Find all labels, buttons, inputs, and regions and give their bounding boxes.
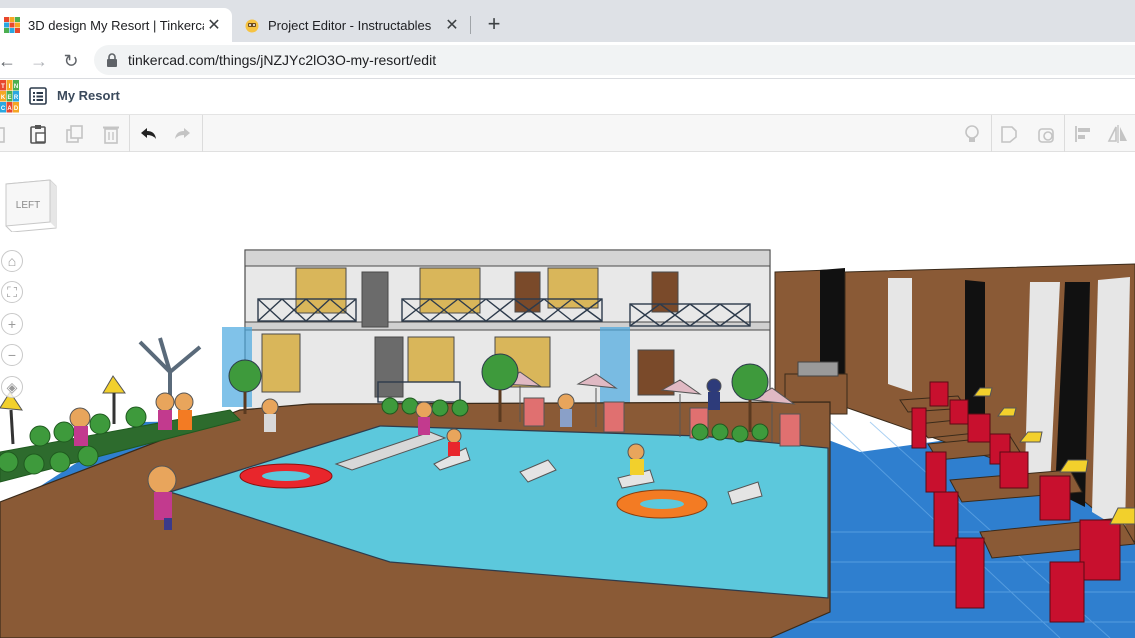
svg-text:T: T [1,84,5,90]
tab-instructables[interactable]: Project Editor - Instructables ✕ [236,8,470,42]
browser-tab-strip: 3D design My Resort | Tinkercad ✕ Projec… [0,0,1135,42]
zoom-out-icon[interactable]: − [1,344,23,366]
home-view-icon[interactable]: ⌂ [1,250,23,272]
tinkercad-logo[interactable]: TIN KER CAD [0,80,19,113]
ruler-icon[interactable] [1035,123,1057,145]
tab-tinkercad[interactable]: 3D design My Resort | Tinkercad ✕ [0,8,232,42]
paste-icon[interactable] [27,123,49,145]
redo-icon[interactable] [172,123,194,145]
delete-icon[interactable] [100,123,122,145]
svg-text:D: D [14,106,19,112]
svg-text:A: A [7,106,12,112]
browser-toolbar: ← → ↻ tinkercad.com/things/jNZJYc2lO3O-m… [0,42,1135,79]
3d-viewport[interactable]: LEFT ⌂ ⛶ + − ◈ [0,152,1135,638]
align-icon[interactable] [1072,123,1094,145]
toolbar-divider [129,115,130,152]
tab-separator [470,16,471,34]
design-title[interactable]: My Resort [57,88,120,103]
copy-icon[interactable] [0,123,10,145]
toolbar-divider [1064,115,1065,152]
undo-icon[interactable] [137,123,159,145]
svg-text:C: C [1,106,6,112]
lock-icon [107,53,117,67]
tab-title: 3D design My Resort | Tinkercad [28,17,204,33]
close-tab-icon[interactable]: ✕ [442,15,462,35]
reload-icon[interactable]: ↻ [60,50,82,72]
svg-text:K: K [1,95,6,101]
toolbar-divider [202,115,203,152]
forward-icon[interactable]: → [28,50,50,72]
url-text: tinkercad.com/things/jNZJYc2lO3O-my-reso… [128,52,437,68]
close-tab-icon[interactable]: ✕ [204,15,224,35]
new-tab-button[interactable]: + [482,13,506,37]
tinkercad-header: TIN KER CAD My Resort [0,79,1135,115]
back-icon[interactable]: ← [0,50,18,72]
notes-icon[interactable] [998,123,1020,145]
ortho-view-icon[interactable]: ◈ [1,376,23,398]
view-cube[interactable]: LEFT [4,178,58,232]
svg-text:N: N [14,84,18,90]
fit-view-icon[interactable]: ⛶ [1,281,23,303]
instructables-robot-icon [245,19,259,33]
svg-text:R: R [14,95,19,101]
duplicate-icon[interactable] [64,123,86,145]
resort-scene [0,152,1135,638]
address-bar[interactable]: tinkercad.com/things/jNZJYc2lO3O-my-reso… [94,45,1135,75]
tab-title: Project Editor - Instructables [268,17,432,33]
edit-toolbar [0,115,1135,152]
design-menu-icon[interactable] [29,87,47,105]
mirror-icon[interactable] [1107,123,1129,145]
view-cube-face-label: LEFT [16,200,40,211]
zoom-in-icon[interactable]: + [1,313,23,335]
tinkercad-favicon-icon [4,17,20,33]
svg-text:E: E [7,95,11,101]
toolbar-divider [991,115,992,152]
light-bulb-icon[interactable] [961,123,983,145]
